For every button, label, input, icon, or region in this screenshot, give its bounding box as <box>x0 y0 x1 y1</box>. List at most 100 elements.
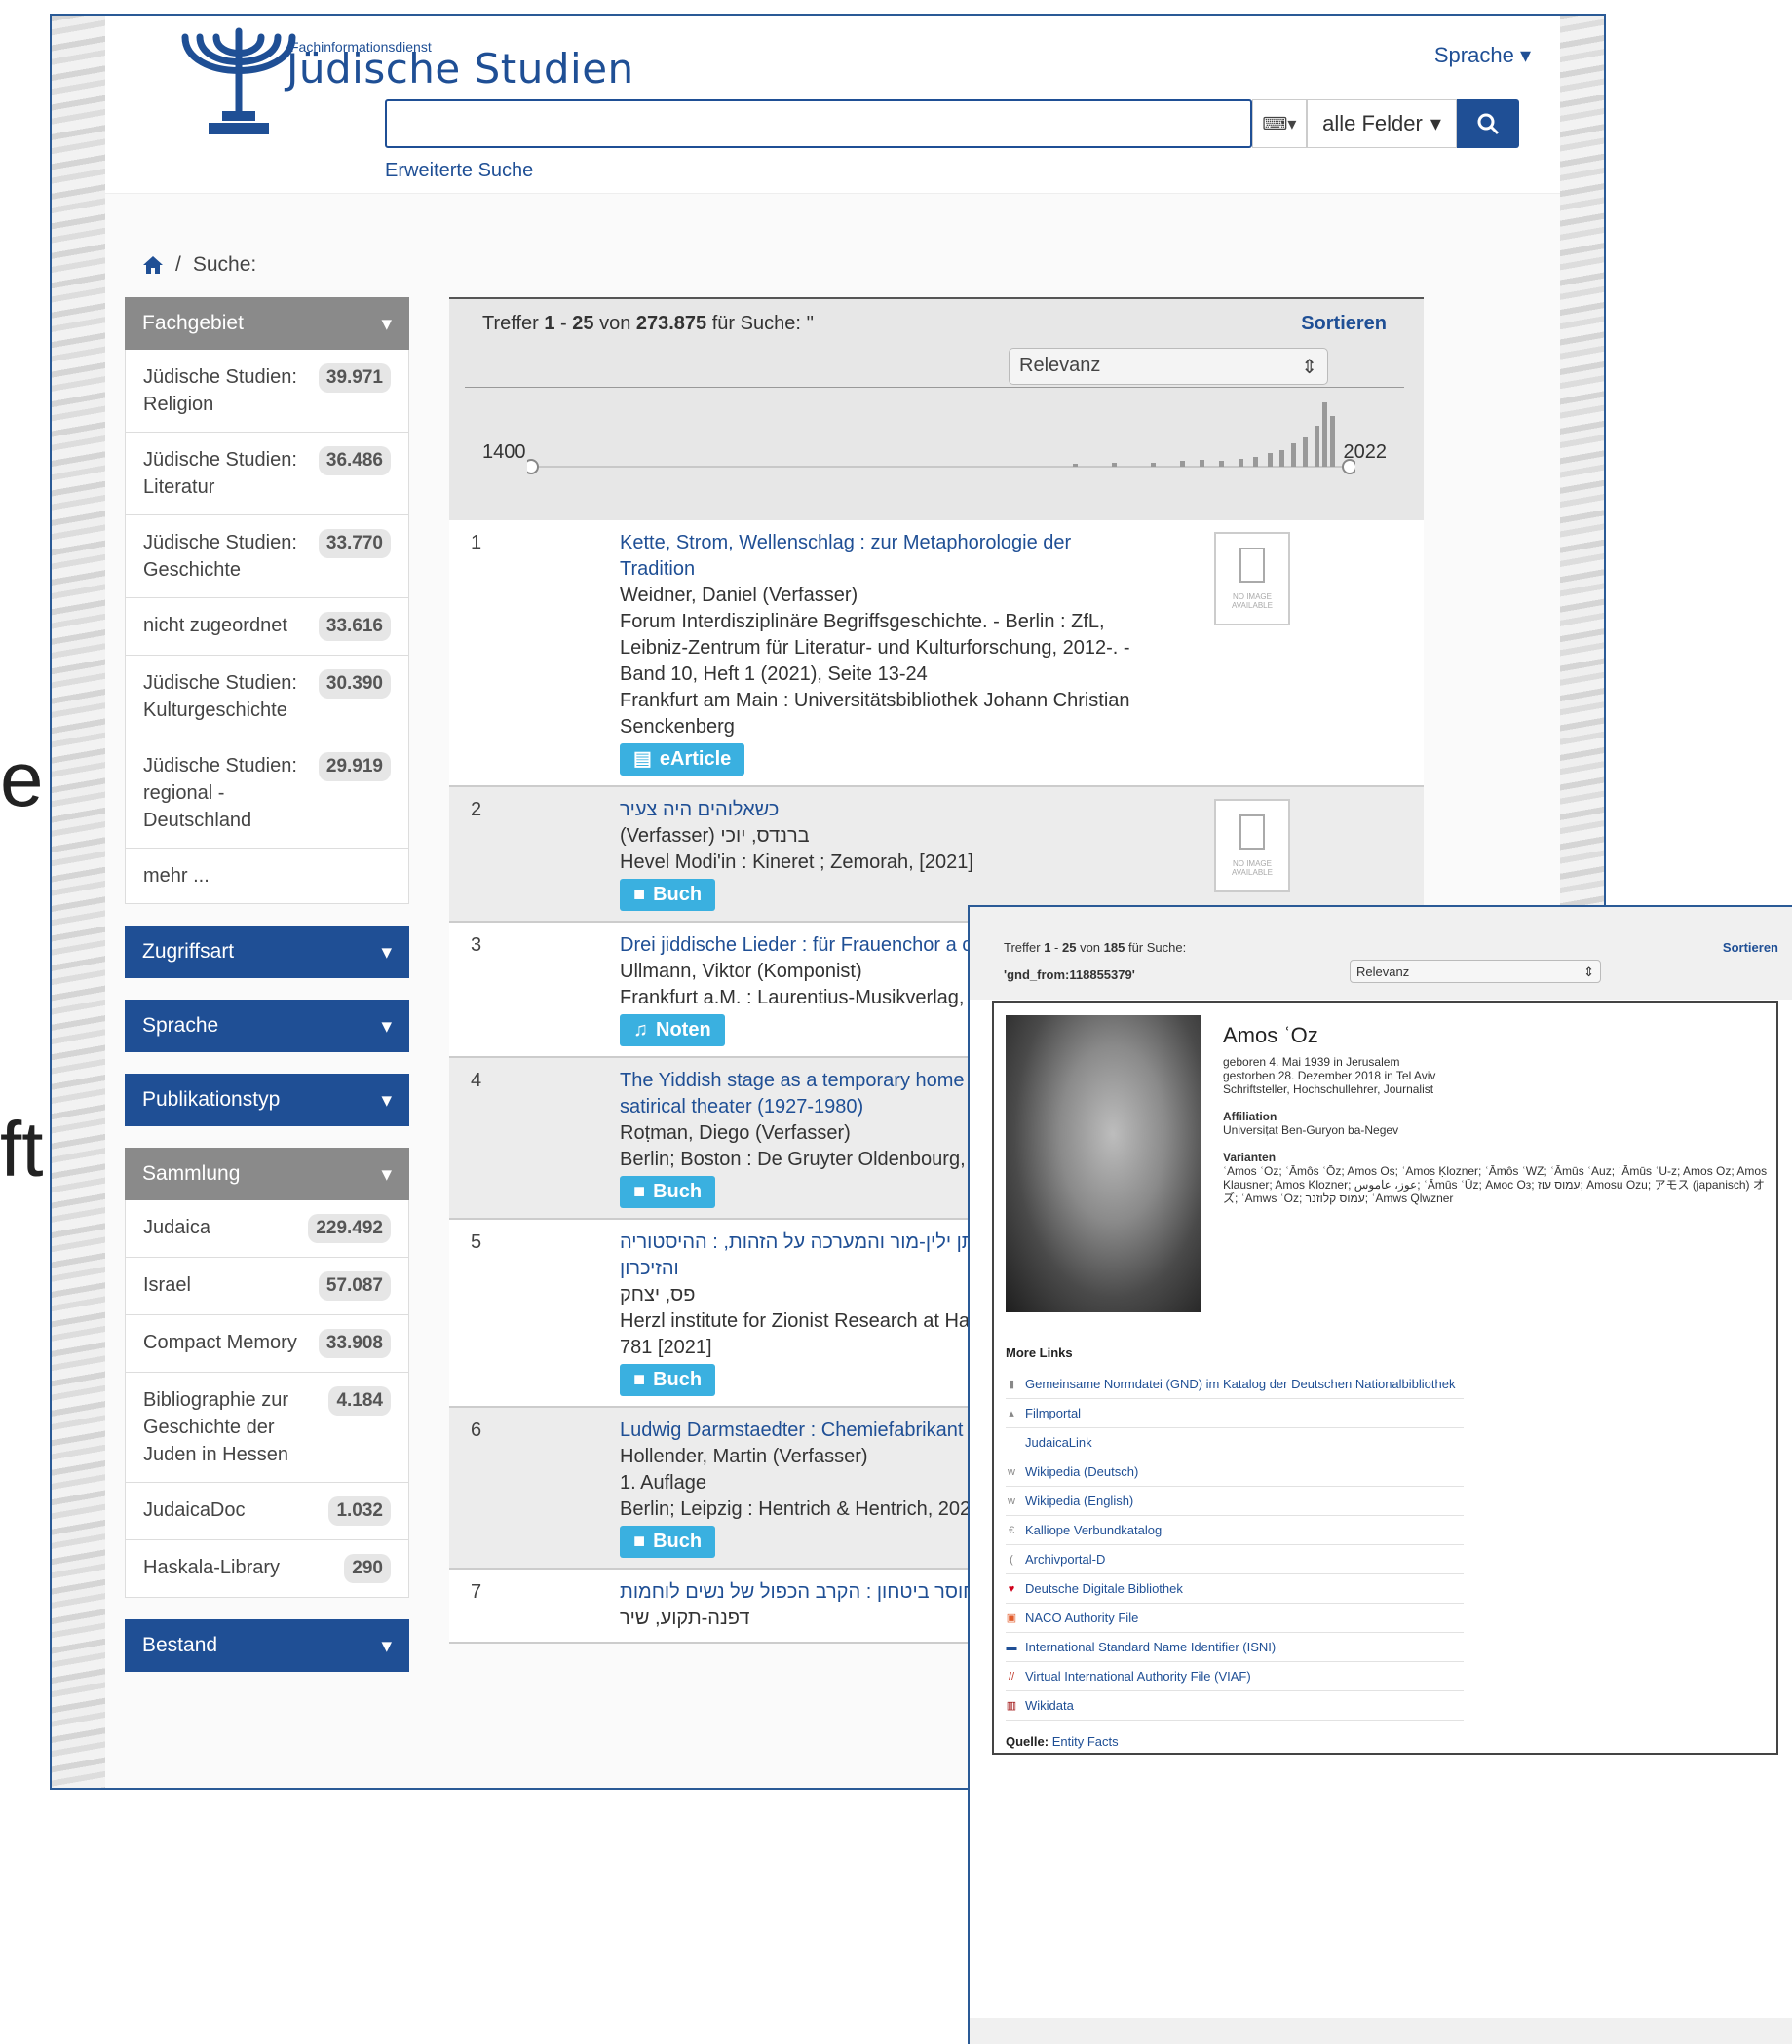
facet-item[interactable]: Jüdische Studien: Geschichte 33.770 <box>125 515 409 598</box>
results-header: Treffer 1 - 25 von 273.875 für Suche: ''… <box>449 297 1424 520</box>
format-tag[interactable]: ■ Buch <box>620 1364 716 1396</box>
year-histogram-slider[interactable] <box>527 397 1355 474</box>
facet-item[interactable]: nicht zugeordnet 33.616 <box>125 598 409 656</box>
link-label[interactable]: Wikipedia (English) <box>1025 1494 1133 1508</box>
popup-sort-select[interactable]: Relevanz ⇕ <box>1350 960 1601 983</box>
facet-item[interactable]: Israel 57.087 <box>125 1258 409 1315</box>
link-label[interactable]: JudaicaLink <box>1025 1435 1092 1450</box>
facet-header-zugriffsart[interactable]: Zugriffsart ▾ <box>125 926 409 978</box>
caret-down-icon: ▾ <box>381 940 392 964</box>
link-kalliope[interactable]: € Kalliope Verbundkatalog <box>1006 1516 1464 1545</box>
range-handle-max[interactable] <box>1342 459 1355 474</box>
menorah-logo-icon[interactable] <box>175 23 302 148</box>
search-bar: ⌨ ▾ alle Felder ▾ <box>385 99 1519 152</box>
facet-header-fachgebiet[interactable]: Fachgebiet ▾ <box>125 297 409 350</box>
source-link[interactable]: Entity Facts <box>1052 1734 1119 1749</box>
caret-down-icon: ▾ <box>381 1088 392 1112</box>
facet-header-sprache[interactable]: Sprache ▾ <box>125 1000 409 1052</box>
facet-item[interactable]: Compact Memory 33.908 <box>125 1315 409 1373</box>
format-tag[interactable]: ■ Buch <box>620 1176 716 1208</box>
language-dropdown[interactable]: Sprache ▾ <box>1434 43 1531 68</box>
link-label[interactable]: Kalliope Verbundkatalog <box>1025 1523 1162 1537</box>
popup-to: 25 <box>1061 940 1077 955</box>
link-filmportal[interactable]: ▴ Filmportal <box>1006 1399 1464 1428</box>
link-wikidata[interactable]: ▥ Wikidata <box>1006 1691 1464 1721</box>
link-archivportal[interactable]: (Archivportal-D <box>1006 1545 1464 1574</box>
result-number: 3 <box>471 934 482 956</box>
search-field-label: alle Felder <box>1322 111 1423 135</box>
facet-item[interactable]: Jüdische Studien: Literatur 36.486 <box>125 433 409 515</box>
result-title-link[interactable]: Kette, Strom, Wellenschlag : zur Metapho… <box>620 532 1071 580</box>
facet-item-label: Jüdische Studien: regional - Deutschland <box>143 755 297 831</box>
sort-select[interactable]: Relevanz ⇕ <box>1009 348 1328 385</box>
link-viaf[interactable]: // Virtual International Authority File (… <box>1006 1662 1464 1691</box>
link-label[interactable]: Deutsche Digitale Bibliothek <box>1025 1581 1183 1596</box>
facet-more-label: mehr ... <box>143 865 210 887</box>
search-input[interactable] <box>385 99 1252 148</box>
link-naco[interactable]: ▣ NACO Authority File <box>1006 1604 1464 1633</box>
link-label[interactable]: International Standard Name Identifier (… <box>1025 1640 1276 1654</box>
facet-item[interactable]: Bibliographie zur Geschichte der Juden i… <box>125 1373 409 1483</box>
wikipedia-icon: w <box>1008 1465 1015 1478</box>
result-author: Weidner, Daniel (Verfasser) <box>620 585 858 606</box>
link-ddb[interactable]: ♥ Deutsche Digitale Bibliothek <box>1006 1574 1464 1604</box>
link-label[interactable]: Filmportal <box>1025 1406 1081 1420</box>
facet-item-label: Jüdische Studien: Geschichte <box>143 532 297 581</box>
link-label[interactable]: Wikidata <box>1025 1698 1074 1713</box>
search-field-dropdown[interactable]: alle Felder ▾ <box>1306 99 1458 148</box>
author-name: Amos ʿOz <box>1223 1023 1318 1047</box>
facet-item[interactable]: Jüdische Studien: Religion 39.971 <box>125 350 409 433</box>
caret-down-icon: ▾ <box>381 1634 392 1657</box>
no-image-placeholder: NO IMAGE AVAILABLE <box>1214 532 1290 625</box>
breadcrumb-current: Suche: <box>192 253 257 276</box>
format-tag[interactable]: ■ Buch <box>620 879 716 911</box>
link-label[interactable]: Wikipedia (Deutsch) <box>1025 1464 1138 1479</box>
link-label[interactable]: NACO Authority File <box>1025 1610 1138 1625</box>
range-handle-min[interactable] <box>527 459 539 474</box>
facet-count-badge: 33.908 <box>318 1329 391 1358</box>
dnb-icon: ▮ <box>1008 1379 1015 1390</box>
result-von: von <box>593 313 636 334</box>
format-tag[interactable]: ■ Buch <box>620 1526 716 1558</box>
link-gnd[interactable]: ▮ Gemeinsame Normdatei (GND) im Katalog d… <box>1006 1370 1464 1399</box>
facet-item[interactable]: Haskala-Library 290 <box>125 1540 409 1598</box>
search-button[interactable] <box>1457 99 1519 148</box>
author-born: geboren 4. Mai 1939 in Jerusalem <box>1223 1055 1400 1069</box>
author-info: Amos ʿOz geboren 4. Mai 1939 in Jerusale… <box>1223 1022 1769 1205</box>
book-icon: ■ <box>633 1369 646 1390</box>
book-icon: ■ <box>633 1181 646 1202</box>
facet-count-badge: 229.492 <box>308 1214 391 1243</box>
facet-more-link[interactable]: mehr ... <box>125 849 409 904</box>
popup-von: von <box>1076 940 1104 955</box>
facet-title: Zugriffsart <box>142 940 235 963</box>
link-judaicalink[interactable]: JudaicaLink <box>1006 1428 1464 1457</box>
no-image-placeholder: NO IMAGE AVAILABLE <box>1214 799 1290 892</box>
facet-header-bestand[interactable]: Bestand ▾ <box>125 1619 409 1672</box>
format-tag-label: eArticle <box>659 748 732 770</box>
link-label[interactable]: Virtual International Authority File (VI… <box>1025 1669 1251 1684</box>
keyboard-button[interactable]: ⌨ ▾ <box>1252 99 1307 148</box>
facet-header-sammlung[interactable]: Sammlung ▾ <box>125 1148 409 1200</box>
link-wikipedia-en[interactable]: w Wikipedia (English) <box>1006 1487 1464 1516</box>
facet-header-publikationstyp[interactable]: Publikationstyp ▾ <box>125 1074 409 1126</box>
facet-item[interactable]: JudaicaDoc 1.032 <box>125 1483 409 1540</box>
link-wikipedia-de[interactable]: w Wikipedia (Deutsch) <box>1006 1457 1464 1487</box>
result-number: 7 <box>471 1581 482 1603</box>
result-title-link[interactable]: כשאלוהים היה צעיר <box>620 799 779 820</box>
sort-label: Sortieren <box>1301 313 1387 334</box>
link-label[interactable]: Archivportal-D <box>1025 1552 1105 1567</box>
advanced-search-link[interactable]: Erweiterte Suche <box>385 160 533 182</box>
facet-item[interactable]: Jüdische Studien: Kulturgeschichte 30.390 <box>125 656 409 738</box>
facet-item[interactable]: Jüdische Studien: regional - Deutschland… <box>125 738 409 849</box>
popup-results-header: Treffer 1 - 25 von 185 für Suche: 'gnd_f… <box>970 907 1792 1000</box>
wikidata-icon: ▥ <box>1006 1700 1017 1712</box>
link-label[interactable]: Gemeinsame Normdatei (GND) im Katalog de… <box>1025 1377 1455 1391</box>
result-from: 1 <box>544 313 555 334</box>
link-isni[interactable]: ▬ International Standard Name Identifier … <box>1006 1633 1464 1662</box>
facet-item[interactable]: Judaica 229.492 <box>125 1200 409 1258</box>
ddb-icon: ♥ <box>1008 1582 1015 1595</box>
format-tag[interactable]: ▤ eArticle <box>620 743 745 776</box>
format-tag[interactable]: ♫ Noten <box>620 1014 725 1046</box>
logo-title: Jüdische Studien <box>286 45 634 93</box>
home-icon[interactable] <box>142 255 164 275</box>
